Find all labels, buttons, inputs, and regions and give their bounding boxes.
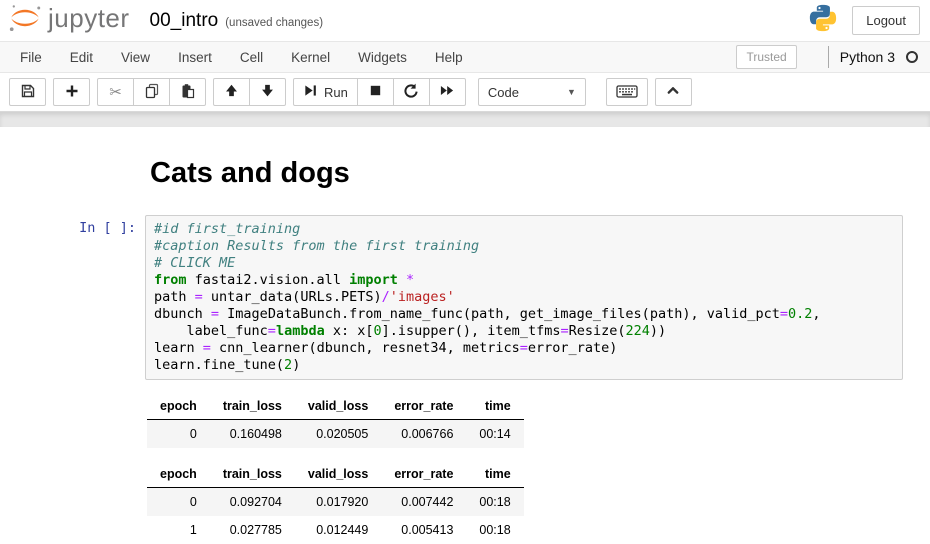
column-header: epoch bbox=[147, 393, 210, 420]
code-line: #caption Results from the first training bbox=[154, 238, 894, 255]
training-results-table-1: epochtrain_lossvalid_losserror_ratetime0… bbox=[147, 393, 524, 448]
jupyter-app: jupyter 00_intro (unsaved changes) Logou… bbox=[0, 0, 930, 544]
paste-icon bbox=[180, 83, 196, 102]
markdown-cell[interactable]: Cats and dogs bbox=[0, 157, 930, 190]
run-button[interactable]: Run bbox=[293, 78, 358, 106]
cell-prompt: In [ ]: bbox=[0, 215, 145, 380]
code-line: path = untar_data(URLs.PETS)/'images' bbox=[154, 289, 894, 306]
column-header: error_rate bbox=[381, 461, 466, 488]
arrow-down-icon bbox=[260, 83, 275, 101]
table-row: 10.0277850.0124490.00541300:18 bbox=[147, 516, 524, 544]
menu-item-widgets[interactable]: Widgets bbox=[344, 50, 421, 65]
training-results-table-2: epochtrain_lossvalid_losserror_ratetime0… bbox=[147, 461, 524, 544]
code-line: learn = cnn_learner(dbunch, resnet34, me… bbox=[154, 340, 894, 357]
column-header: train_loss bbox=[210, 461, 295, 488]
save-icon bbox=[20, 83, 36, 102]
plus-icon bbox=[64, 83, 80, 102]
menu-item-help[interactable]: Help bbox=[421, 50, 477, 65]
paste-cell-button[interactable] bbox=[169, 78, 206, 106]
run-label: Run bbox=[324, 85, 348, 100]
menu-item-view[interactable]: View bbox=[107, 50, 164, 65]
column-header: epoch bbox=[147, 461, 210, 488]
table-row: 00.1604980.0205050.00676600:14 bbox=[147, 420, 524, 449]
python-logo-icon bbox=[808, 3, 838, 38]
page-title: Cats and dogs bbox=[150, 157, 930, 190]
column-header: valid_loss bbox=[295, 461, 381, 488]
arrow-up-icon bbox=[224, 83, 239, 101]
checkpoint-status: (unsaved changes) bbox=[225, 13, 323, 29]
jupyter-brand[interactable]: jupyter bbox=[8, 2, 130, 39]
code-line: dbunch = ImageDataBunch.from_name_func(p… bbox=[154, 306, 894, 323]
command-palette-button[interactable] bbox=[606, 78, 648, 106]
menu-item-insert[interactable]: Insert bbox=[164, 50, 226, 65]
stop-icon bbox=[368, 83, 383, 101]
column-header: valid_loss bbox=[295, 393, 381, 420]
menu-item-cell[interactable]: Cell bbox=[226, 50, 277, 65]
column-header: train_loss bbox=[210, 393, 295, 420]
save-button[interactable] bbox=[9, 78, 46, 106]
code-line: #id first_training bbox=[154, 221, 894, 238]
kernel-name: Python 3 bbox=[840, 49, 895, 65]
notebook-header: jupyter 00_intro (unsaved changes) Logou… bbox=[0, 0, 930, 41]
code-line: learn.fine_tune(2) bbox=[154, 357, 894, 374]
menu-item-file[interactable]: File bbox=[6, 50, 56, 65]
chevron-up-icon bbox=[665, 83, 681, 101]
run-icon bbox=[303, 83, 318, 101]
divider bbox=[828, 46, 829, 68]
notebook-container: Cats and dogs In [ ]: #id first_training… bbox=[0, 127, 930, 544]
keyboard-icon bbox=[616, 83, 638, 102]
toolbar: ✂ bbox=[0, 73, 930, 111]
table-row: 00.0927040.0179200.00744200:18 bbox=[147, 488, 524, 517]
cell-type-value: Code bbox=[488, 85, 519, 100]
collapse-header-button[interactable] bbox=[655, 78, 692, 106]
fast-forward-icon bbox=[439, 83, 455, 101]
restart-run-all-button[interactable] bbox=[429, 78, 466, 106]
menu-item-edit[interactable]: Edit bbox=[56, 50, 107, 65]
brand-text: jupyter bbox=[48, 3, 130, 38]
restart-icon bbox=[403, 83, 419, 102]
menu-item-kernel[interactable]: Kernel bbox=[277, 50, 344, 65]
column-header: time bbox=[466, 393, 523, 420]
jupyter-logo-icon bbox=[8, 2, 42, 39]
trusted-badge[interactable]: Trusted bbox=[736, 45, 796, 69]
code-line: # CLICK ME bbox=[154, 255, 894, 272]
code-line: label_func=lambda x: x[0].isupper(), ite… bbox=[154, 323, 894, 340]
scissors-icon: ✂ bbox=[109, 85, 122, 100]
code-cell[interactable]: In [ ]: #id first_training#caption Resul… bbox=[0, 215, 930, 380]
notebook-title[interactable]: 00_intro bbox=[150, 10, 219, 32]
column-header: time bbox=[466, 461, 523, 488]
move-cell-up-button[interactable] bbox=[213, 78, 250, 106]
cut-cell-button[interactable]: ✂ bbox=[97, 78, 134, 106]
add-cell-button[interactable] bbox=[53, 78, 90, 106]
interrupt-kernel-button[interactable] bbox=[357, 78, 394, 106]
code-line: from fastai2.vision.all import * bbox=[154, 272, 894, 289]
cell-type-select[interactable]: Code ▼ bbox=[478, 78, 586, 106]
code-input[interactable]: #id first_training#caption Results from … bbox=[145, 215, 903, 380]
kernel-idle-icon bbox=[906, 51, 918, 63]
notebook-top-shadow bbox=[0, 111, 930, 127]
copy-cell-button[interactable] bbox=[133, 78, 170, 106]
restart-kernel-button[interactable] bbox=[393, 78, 430, 106]
copy-icon bbox=[144, 83, 160, 102]
chevron-down-icon: ▼ bbox=[567, 87, 576, 97]
column-header: error_rate bbox=[381, 393, 466, 420]
move-cell-down-button[interactable] bbox=[249, 78, 286, 106]
logout-button[interactable]: Logout bbox=[852, 6, 920, 35]
menubar: FileEditViewInsertCellKernelWidgetsHelp … bbox=[0, 41, 930, 73]
cell-outputs: epochtrain_lossvalid_losserror_ratetime0… bbox=[147, 380, 930, 544]
